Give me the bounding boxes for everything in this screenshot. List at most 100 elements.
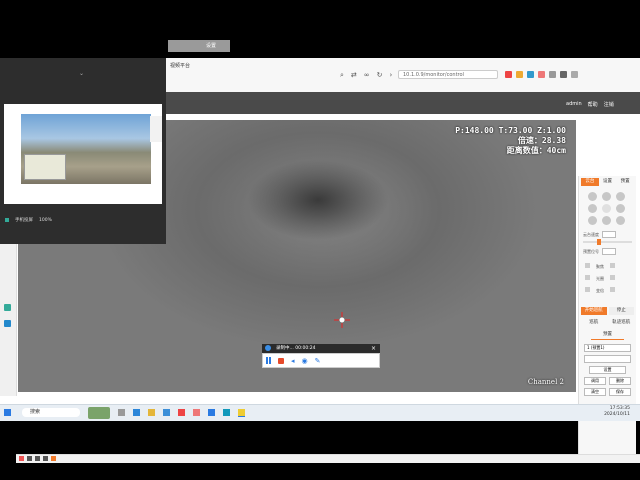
preset-name-input[interactable] <box>584 355 631 363</box>
ptz-right-button[interactable] <box>616 204 625 213</box>
mic-icon[interactable]: ◉ <box>302 357 308 365</box>
taskbar-apps <box>118 409 245 417</box>
extension-icon[interactable] <box>549 71 556 78</box>
ptz-down-button[interactable] <box>602 216 611 225</box>
stop-button[interactable]: 停止 <box>608 307 634 315</box>
snapshot-icon[interactable] <box>35 456 40 461</box>
layout-icon[interactable] <box>43 456 48 461</box>
app-icon[interactable] <box>163 409 170 416</box>
clock[interactable]: 17:53:35 2024/10/11 <box>604 406 630 418</box>
iris-minus-button[interactable] <box>585 275 590 280</box>
osd-distance: 距离数值：40cm <box>506 146 566 155</box>
ptz-left-button[interactable] <box>588 204 597 213</box>
app-icon[interactable] <box>193 409 200 416</box>
pen-icon[interactable]: ✎ <box>315 357 321 365</box>
taskbar: 搜索 17:53:35 2024/10/11 <box>0 404 640 421</box>
recorder-titlebar: 录制中... 00:00:24 × <box>262 344 380 353</box>
app-icon[interactable] <box>178 409 185 416</box>
ptz-down-right-button[interactable] <box>616 216 625 225</box>
pause-icon[interactable] <box>266 357 271 364</box>
delete-preset-button[interactable]: 删除 <box>609 377 631 385</box>
rail-icon[interactable] <box>4 320 11 327</box>
tab-track-cruise[interactable]: 轨迹巡航 <box>609 319 635 327</box>
focus-row[interactable]: 聚焦 <box>585 261 636 273</box>
slider-thumb[interactable] <box>597 239 601 245</box>
browser-tab-title[interactable]: 视频平台 <box>170 62 190 69</box>
ptz-up-right-button[interactable] <box>616 192 625 201</box>
screen-recorder: 录制中... 00:00:24 × ◂ ◉ ✎ <box>262 344 380 368</box>
extension-icon[interactable] <box>516 71 523 78</box>
extension-icon[interactable] <box>505 71 512 78</box>
clear-preset-button[interactable]: 清空 <box>584 388 606 396</box>
fullscreen-icon[interactable] <box>51 456 56 461</box>
windows-start-icon[interactable] <box>4 409 11 416</box>
set-preset-button[interactable]: 设置 <box>589 366 626 374</box>
zoom-level[interactable]: 100% <box>39 218 52 223</box>
volume-icon[interactable]: ◂ <box>291 357 295 365</box>
call-preset-button[interactable]: 调用 <box>584 377 606 385</box>
focus-minus-button[interactable] <box>585 263 590 268</box>
preset-select[interactable]: 1 (预置1) <box>584 344 631 352</box>
app-icon[interactable] <box>223 409 230 416</box>
ptz-down-left-button[interactable] <box>588 216 597 225</box>
zoom-plus-button[interactable] <box>610 287 615 292</box>
tab-preset[interactable]: 预置 <box>616 178 634 186</box>
help-link[interactable]: 帮助 <box>588 101 598 108</box>
menu-icon[interactable] <box>571 71 578 78</box>
speed-input[interactable] <box>602 231 616 238</box>
target-crosshair-icon <box>334 312 350 328</box>
tab-cruise[interactable]: 巡航 <box>581 319 607 327</box>
taskview-icon[interactable] <box>118 409 125 416</box>
iris-plus-button[interactable] <box>610 275 615 280</box>
user-links: admin 帮助 注销 <box>566 101 614 108</box>
extension-icon[interactable] <box>538 71 545 78</box>
speed-label: 云台速度 <box>583 231 599 237</box>
active-app-icon[interactable] <box>238 409 245 417</box>
user-name[interactable]: admin <box>566 101 582 108</box>
tab-ptz[interactable]: 云台 <box>581 178 599 186</box>
collapse-chevron-icon[interactable]: ⌄ <box>79 70 84 77</box>
logout-link[interactable]: 注销 <box>604 101 614 108</box>
tab-settings-page[interactable]: 设置 <box>168 40 230 52</box>
search-icon[interactable]: ⌕ <box>340 71 344 81</box>
date: 2024/10/11 <box>604 412 630 417</box>
extension-icon[interactable] <box>560 71 567 78</box>
ptz-up-button[interactable] <box>602 192 611 201</box>
address-bar[interactable]: 10.1.0.9/monitor/control <box>398 70 498 79</box>
record-icon[interactable] <box>19 456 24 461</box>
save-preset-button[interactable]: 保存 <box>609 388 631 396</box>
stop-icon[interactable] <box>27 456 32 461</box>
preset-actions-row: 调用 删除 <box>584 377 631 385</box>
widgets-icon[interactable] <box>88 407 110 419</box>
forward-icon[interactable]: › <box>390 71 393 81</box>
focus-plus-button[interactable] <box>610 263 615 268</box>
app-icon[interactable] <box>208 409 215 416</box>
stop-record-icon[interactable] <box>278 357 284 364</box>
recorder-logo-icon <box>265 345 271 351</box>
tab-settings[interactable]: 设置 <box>599 178 617 186</box>
video-toolbar <box>16 454 640 463</box>
preset-input[interactable] <box>602 248 616 255</box>
mirror-preview[interactable] <box>4 104 162 204</box>
taskbar-search[interactable]: 搜索 <box>22 408 80 417</box>
explorer-icon[interactable] <box>148 409 155 416</box>
close-icon[interactable]: × <box>371 344 376 353</box>
zoom-minus-button[interactable] <box>585 287 590 292</box>
device-label: 手机投屏 <box>15 218 33 223</box>
panel-tabs: 云台 设置 预置 <box>581 178 634 186</box>
extension-icons <box>505 71 578 81</box>
speed-slider[interactable] <box>583 239 632 245</box>
recorder-title: 录制中... 00:00:24 <box>276 346 316 351</box>
extension-icon[interactable] <box>527 71 534 78</box>
ptz-center-button[interactable] <box>602 204 611 213</box>
link-icon[interactable]: ∞ <box>364 71 370 81</box>
ptz-up-left-button[interactable] <box>588 192 597 201</box>
edge-icon[interactable] <box>133 409 140 416</box>
refresh-icon[interactable]: ↻ <box>377 71 383 81</box>
zoom-row[interactable]: 变倍 <box>585 285 636 297</box>
speed-row: 云台速度 <box>583 231 632 238</box>
rail-icon[interactable] <box>4 304 11 311</box>
start-cruise-button[interactable]: 开始巡航 <box>581 307 607 315</box>
iris-row[interactable]: 光圈 <box>585 273 636 285</box>
share-icon[interactable]: ⇄ <box>351 71 357 81</box>
